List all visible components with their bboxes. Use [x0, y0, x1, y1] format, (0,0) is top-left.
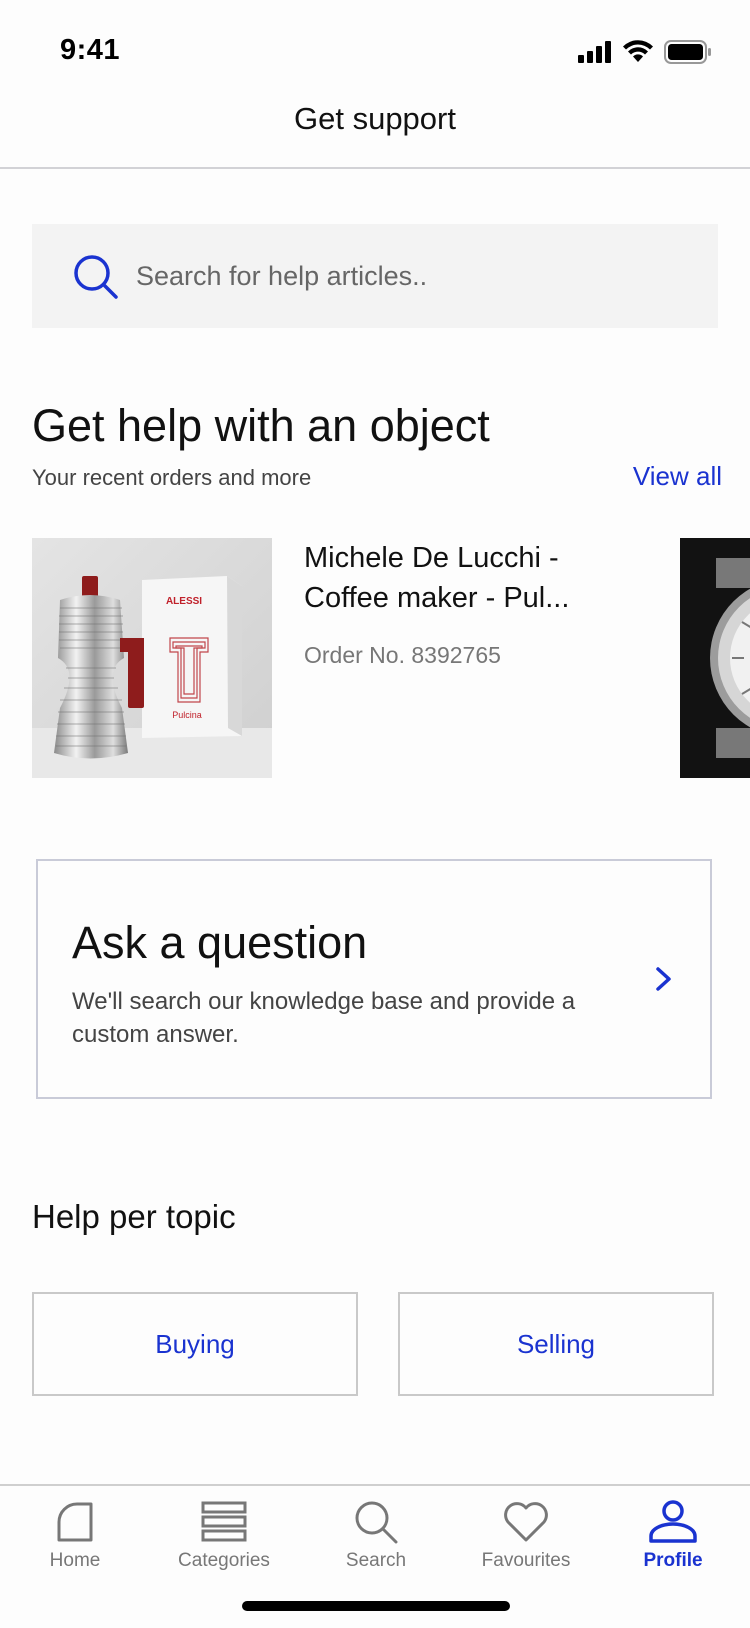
tab-favourites-label: Favourites [481, 1550, 571, 1571]
tab-home-label: Home [49, 1550, 101, 1571]
heart-icon [504, 1502, 548, 1542]
object-card[interactable]: ALESSI Pulcina Michele De Lucchi - Coffe… [32, 538, 652, 778]
wifi-icon [623, 40, 653, 62]
home-icon [57, 1502, 93, 1542]
status-time: 9:41 [60, 34, 121, 66]
tab-search-label: Search [345, 1550, 407, 1571]
chevron-right-icon [656, 967, 671, 991]
coffee-maker-image: ALESSI Pulcina [32, 538, 272, 778]
battery-icon [664, 40, 711, 64]
search-icon [355, 1501, 398, 1544]
topics-title: Help per topic [32, 1198, 236, 1235]
search-icon [74, 255, 118, 299]
tab-search[interactable]: Search [306, 1500, 446, 1572]
topic-selling-button[interactable]: Selling [398, 1292, 714, 1396]
tab-home[interactable]: Home [5, 1500, 145, 1572]
ask-question-title: Ask a question [72, 917, 368, 968]
support-screen: 9:41 Get support Search for help article… [0, 0, 750, 1628]
tab-favourites[interactable]: Favourites [456, 1500, 596, 1572]
categories-icon [201, 1501, 247, 1542]
tab-categories-label: Categories [178, 1550, 270, 1571]
ask-question-card[interactable]: Ask a question We'll search our knowledg… [36, 859, 712, 1099]
home-indicator[interactable] [242, 1601, 510, 1611]
topic-buying-button[interactable]: Buying [32, 1292, 358, 1396]
page-title: Get support [294, 101, 456, 136]
status-icons [578, 40, 712, 64]
objects-section-title: Get help with an object [32, 400, 490, 451]
profile-icon [649, 1500, 697, 1543]
status-bar: 9:41 [0, 0, 750, 96]
object-name: Michele De Lucchi - Coffee maker - Pul..… [304, 542, 570, 614]
box-brand-label: ALESSI [166, 596, 202, 607]
watch-image[interactable] [680, 538, 750, 778]
tab-categories[interactable]: Categories [154, 1500, 294, 1572]
ask-question-description: We'll search our knowledge base and prov… [72, 988, 576, 1048]
tab-profile[interactable]: Profile [603, 1500, 743, 1572]
search-input[interactable] [136, 224, 696, 328]
view-all-link[interactable]: View all [633, 461, 722, 492]
box-product-label: Pulcina [172, 710, 202, 720]
signal-icon [578, 41, 611, 63]
nav-header: Get support [0, 96, 750, 169]
object-order-number: Order No. 8392765 [304, 642, 501, 668]
search-box[interactable] [32, 224, 718, 328]
objects-section-subtitle: Your recent orders and more [32, 465, 312, 490]
tab-profile-label: Profile [643, 1550, 703, 1571]
